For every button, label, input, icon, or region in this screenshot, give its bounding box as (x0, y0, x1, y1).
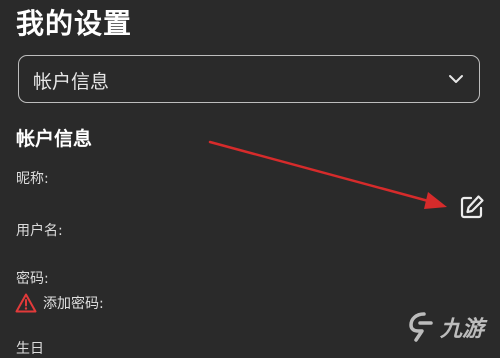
page-title: 我的设置 (16, 7, 133, 40)
add-password-row[interactable]: 添加密码: (15, 292, 104, 314)
brand-logo-icon (409, 312, 433, 342)
edit-account-button[interactable] (455, 190, 489, 224)
nickname-label: 昵称: (16, 171, 49, 187)
chevron-down-icon (449, 75, 463, 83)
watermark: 九游 (404, 308, 496, 346)
add-password-label: 添加密码: (43, 296, 104, 312)
username-label: 用户名: (16, 223, 63, 239)
watermark-text: 九游 (440, 317, 485, 342)
password-label: 密码: (16, 271, 49, 287)
warning-triangle-icon (15, 293, 37, 313)
edit-icon (460, 195, 484, 219)
account-section-heading: 帐户信息 (16, 128, 93, 150)
account-section-select[interactable]: 帐户信息 (18, 55, 480, 103)
birthday-label: 生日 (16, 341, 44, 357)
section-select-value: 帐户信息 (33, 71, 110, 93)
